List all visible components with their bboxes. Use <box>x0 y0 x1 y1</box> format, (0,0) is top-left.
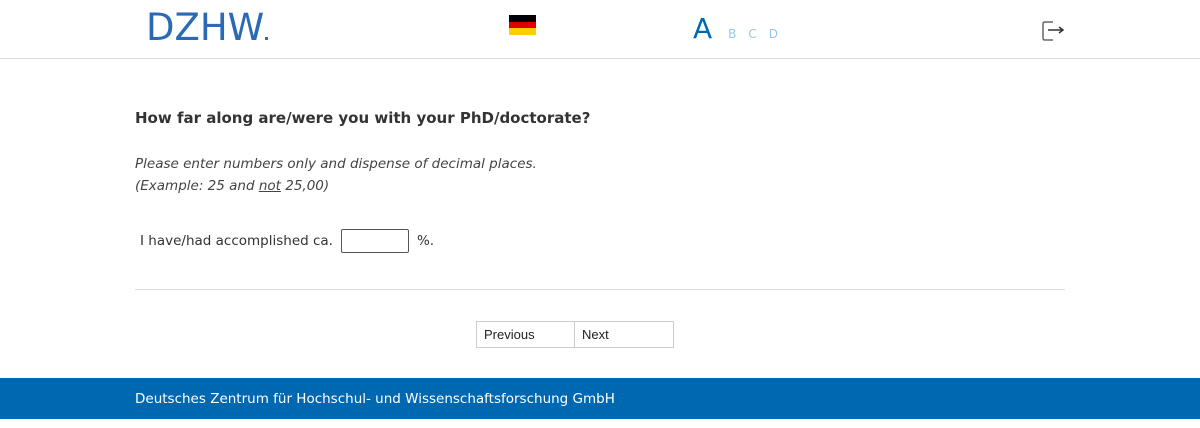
dzhw-logo[interactable]: DZHW <box>146 6 269 49</box>
question-title: How far along are/were you with your PhD… <box>135 109 591 127</box>
answer-suffix-label: %. <box>416 233 435 249</box>
progress-step-d: D <box>768 27 779 41</box>
instruction-line-2-before: (Example: 25 and <box>135 178 259 194</box>
navigation-buttons: Previous Next <box>476 321 674 348</box>
footer-text: Deutsches Zentrum für Hochschul- und Wis… <box>135 391 615 407</box>
content-divider <box>135 289 1065 290</box>
instruction-line-2: (Example: 25 and not 25,00) <box>135 175 537 197</box>
question-instructions: Please enter numbers only and dispense o… <box>135 153 537 197</box>
exit-icon-svg <box>1042 21 1065 41</box>
instruction-line-2-underlined: not <box>258 178 281 194</box>
logo-text: DZHW <box>146 6 265 49</box>
logo-dot <box>265 37 269 40</box>
footer-bar: Deutsches Zentrum für Hochschul- und Wis… <box>0 378 1200 419</box>
next-button[interactable]: Next <box>575 321 674 348</box>
progress-step-b: B <box>728 27 737 41</box>
previous-button[interactable]: Previous <box>476 321 575 348</box>
answer-prefix-label: I have/had accomplished ca. <box>140 233 333 249</box>
progress-step-c: C <box>748 27 757 41</box>
instruction-line-2-after: 25,00) <box>280 178 330 194</box>
exit-icon[interactable] <box>1041 20 1065 42</box>
germany-flag-icon[interactable] <box>509 15 536 35</box>
instruction-line-1: Please enter numbers only and dispense o… <box>135 156 537 172</box>
progress-step-a: A <box>693 12 713 45</box>
answer-row: I have/had accomplished ca. %. <box>140 229 434 253</box>
header-bar: DZHW A B C D <box>0 0 1200 59</box>
percentage-input[interactable] <box>340 229 409 253</box>
flag-stripe-gold <box>509 28 536 35</box>
progress-steps: A B C D <box>693 12 790 45</box>
flag-stripe-red <box>509 21 536 29</box>
flag-stripe-black <box>509 15 536 22</box>
